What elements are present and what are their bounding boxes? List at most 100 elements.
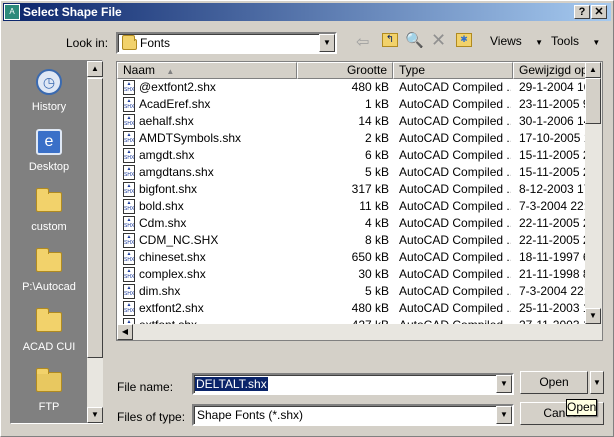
file-modified: 8-12-2003 17: bbox=[519, 182, 585, 196]
place-history[interactable]: ◷ History bbox=[11, 67, 87, 113]
shx-file-icon: ▲SHX bbox=[123, 148, 135, 163]
file-type: AutoCAD Compiled ... bbox=[399, 233, 511, 247]
file-row[interactable]: ▲ SHX dim.shx 5 kB AutoCAD Compiled ... 7… bbox=[117, 283, 587, 300]
scroll-up-button[interactable]: ▲ bbox=[87, 61, 103, 77]
file-type: AutoCAD Compiled ... bbox=[399, 165, 511, 179]
file-name: chineset.shx bbox=[139, 250, 206, 264]
file-name: aehalf.shx bbox=[139, 114, 194, 128]
file-modified: 15-11-2005 22 bbox=[519, 148, 585, 162]
file-modified: 25-11-2003 10 bbox=[519, 301, 585, 315]
shx-file-icon: ▲SHX bbox=[123, 131, 135, 146]
file-type: AutoCAD Compiled ... bbox=[399, 80, 511, 94]
folder-icon bbox=[36, 308, 62, 332]
column-header-size[interactable]: Grootte bbox=[297, 62, 393, 79]
scroll-left-button[interactable]: ◀ bbox=[117, 324, 133, 340]
list-vertical-scrollbar[interactable]: ▲ ▼ bbox=[585, 62, 602, 324]
scroll-right-button[interactable]: ▶ bbox=[569, 340, 585, 341]
chevron-down-icon[interactable]: ▼ bbox=[496, 375, 512, 393]
file-row[interactable]: ▲ SHX Cdm.shx 4 kB AutoCAD Compiled ... 2… bbox=[117, 215, 587, 232]
file-size: 480 kB bbox=[351, 301, 389, 315]
search-icon[interactable]: 🔍 bbox=[405, 31, 424, 49]
place-label: P:\Autocad bbox=[22, 281, 76, 293]
places-scrollbar[interactable]: ▲ ▼ bbox=[87, 61, 103, 423]
file-type: AutoCAD Compiled ... bbox=[399, 131, 511, 145]
up-folder-icon[interactable]: ↰ bbox=[382, 33, 398, 47]
place-custom[interactable]: custom bbox=[11, 187, 87, 233]
ftp-icon bbox=[36, 368, 62, 392]
scroll-down-button[interactable]: ▼ bbox=[87, 407, 103, 423]
column-header-type[interactable]: Type bbox=[393, 62, 513, 79]
file-name-input[interactable]: DELTALT.shx ▼ bbox=[192, 373, 514, 395]
file-name: AcadEref.shx bbox=[139, 97, 211, 111]
autocad-app-icon: A bbox=[4, 4, 20, 20]
look-in-value: Fonts bbox=[140, 36, 171, 50]
place-label: custom bbox=[31, 221, 67, 233]
file-type: AutoCAD Compiled ... bbox=[399, 182, 511, 196]
place-p-autocad[interactable]: P:\Autocad bbox=[11, 247, 87, 293]
scroll-up-button[interactable]: ▲ bbox=[585, 62, 601, 78]
file-list: Naam ▲ Grootte Type Gewijzigd op ▲ SHX @e… bbox=[116, 61, 603, 341]
file-row[interactable]: ▲ SHX complex.shx 30 kB AutoCAD Compiled … bbox=[117, 266, 587, 283]
file-row[interactable]: ▲ SHX amgdtans.shx 5 kB AutoCAD Compiled … bbox=[117, 164, 587, 181]
file-row[interactable]: ▲ SHX bold.shx 11 kB AutoCAD Compiled ...… bbox=[117, 198, 587, 215]
scroll-thumb[interactable] bbox=[585, 78, 601, 124]
file-row[interactable]: ▲ SHX AMDTSymbols.shx 2 kB AutoCAD Compil… bbox=[117, 130, 587, 147]
shx-file-icon: ▲SHX bbox=[123, 165, 135, 180]
place-ftp[interactable]: FTP bbox=[11, 367, 87, 413]
file-row[interactable]: ▲ SHX amgdt.shx 6 kB AutoCAD Compiled ...… bbox=[117, 147, 587, 164]
place-acad-cui[interactable]: ACAD CUI bbox=[11, 307, 87, 353]
scroll-thumb[interactable] bbox=[87, 78, 103, 358]
list-horizontal-scrollbar[interactable]: ◀ ▶ bbox=[117, 324, 602, 340]
shx-file-icon: ▲SHX bbox=[123, 267, 135, 282]
file-size: 480 kB bbox=[351, 80, 389, 94]
open-button[interactable]: Open bbox=[520, 371, 588, 394]
file-modified: 30-1-2006 14: bbox=[519, 114, 585, 128]
open-options-dropdown[interactable]: ▼ bbox=[590, 371, 604, 394]
shx-file-icon: ▲SHX bbox=[123, 199, 135, 214]
file-row[interactable]: ▲ SHX chineset.shx 650 kB AutoCAD Compile… bbox=[117, 249, 587, 266]
tools-label: Tools bbox=[551, 34, 580, 48]
file-type: AutoCAD Compiled ... bbox=[399, 250, 511, 264]
chevron-down-icon[interactable]: ▼ bbox=[496, 406, 512, 424]
place-desktop[interactable]: e Desktop bbox=[11, 127, 87, 173]
ftp-icon-wrap bbox=[33, 367, 65, 397]
file-size: 5 kB bbox=[364, 165, 389, 179]
file-name: CDM_NC.SHX bbox=[139, 233, 219, 247]
file-type-label: Files of type: bbox=[117, 410, 186, 424]
tools-menu[interactable]: Tools ▼ bbox=[551, 34, 600, 48]
column-header-name[interactable]: Naam ▲ bbox=[117, 62, 297, 79]
file-row[interactable]: ▲ SHX bigfont.shx 317 kB AutoCAD Compiled… bbox=[117, 181, 587, 198]
place-label: Desktop bbox=[28, 161, 70, 173]
file-row[interactable]: ▲ SHX extfont2.shx 480 kB AutoCAD Compile… bbox=[117, 300, 587, 317]
file-row[interactable]: ▲ SHX AcadEref.shx 1 kB AutoCAD Compiled … bbox=[117, 96, 587, 113]
file-name: dim.shx bbox=[139, 284, 181, 298]
file-size: 5 kB bbox=[364, 284, 389, 298]
chevron-down-icon[interactable]: ▼ bbox=[319, 34, 335, 52]
look-in-dropdown[interactable]: Fonts ▼ bbox=[116, 32, 337, 54]
scroll-thumb[interactable] bbox=[133, 340, 569, 341]
desktop-icon: e bbox=[33, 127, 65, 157]
new-folder-icon[interactable]: ✱ bbox=[456, 33, 472, 47]
file-name: complex.shx bbox=[139, 267, 206, 281]
file-type-select[interactable]: Shape Fonts (*.shx) ▼ bbox=[192, 404, 514, 426]
file-size: 4 kB bbox=[364, 216, 389, 230]
file-row[interactable]: ▲ SHX aehalf.shx 14 kB AutoCAD Compiled .… bbox=[117, 113, 587, 130]
shx-file-icon: ▲SHX bbox=[123, 284, 135, 299]
file-type: AutoCAD Compiled ... bbox=[399, 199, 511, 213]
delete-icon[interactable]: ✕ bbox=[431, 30, 446, 51]
look-in-label: Look in: bbox=[66, 36, 109, 50]
back-icon[interactable]: ⇦ bbox=[356, 32, 369, 52]
file-row[interactable]: ▲ SHX @extfont2.shx 480 kB AutoCAD Compil… bbox=[117, 79, 587, 96]
title-bar: Select Shape File bbox=[3, 3, 611, 21]
file-size: 317 kB bbox=[351, 182, 389, 196]
folder-icon-wrap bbox=[33, 187, 65, 217]
file-modified: 22-11-2005 23 bbox=[519, 216, 585, 230]
file-size: 30 kB bbox=[358, 267, 389, 281]
file-name: AMDTSymbols.shx bbox=[139, 131, 242, 145]
file-row[interactable]: ▲ SHX CDM_NC.SHX 8 kB AutoCAD Compiled ..… bbox=[117, 232, 587, 249]
close-button[interactable]: ✕ bbox=[591, 5, 607, 19]
scroll-down-button[interactable]: ▼ bbox=[585, 308, 601, 324]
help-button[interactable]: ? bbox=[574, 5, 590, 19]
views-menu[interactable]: Views ▼ bbox=[490, 34, 543, 48]
column-header-modified[interactable]: Gewijzigd op bbox=[513, 62, 593, 79]
